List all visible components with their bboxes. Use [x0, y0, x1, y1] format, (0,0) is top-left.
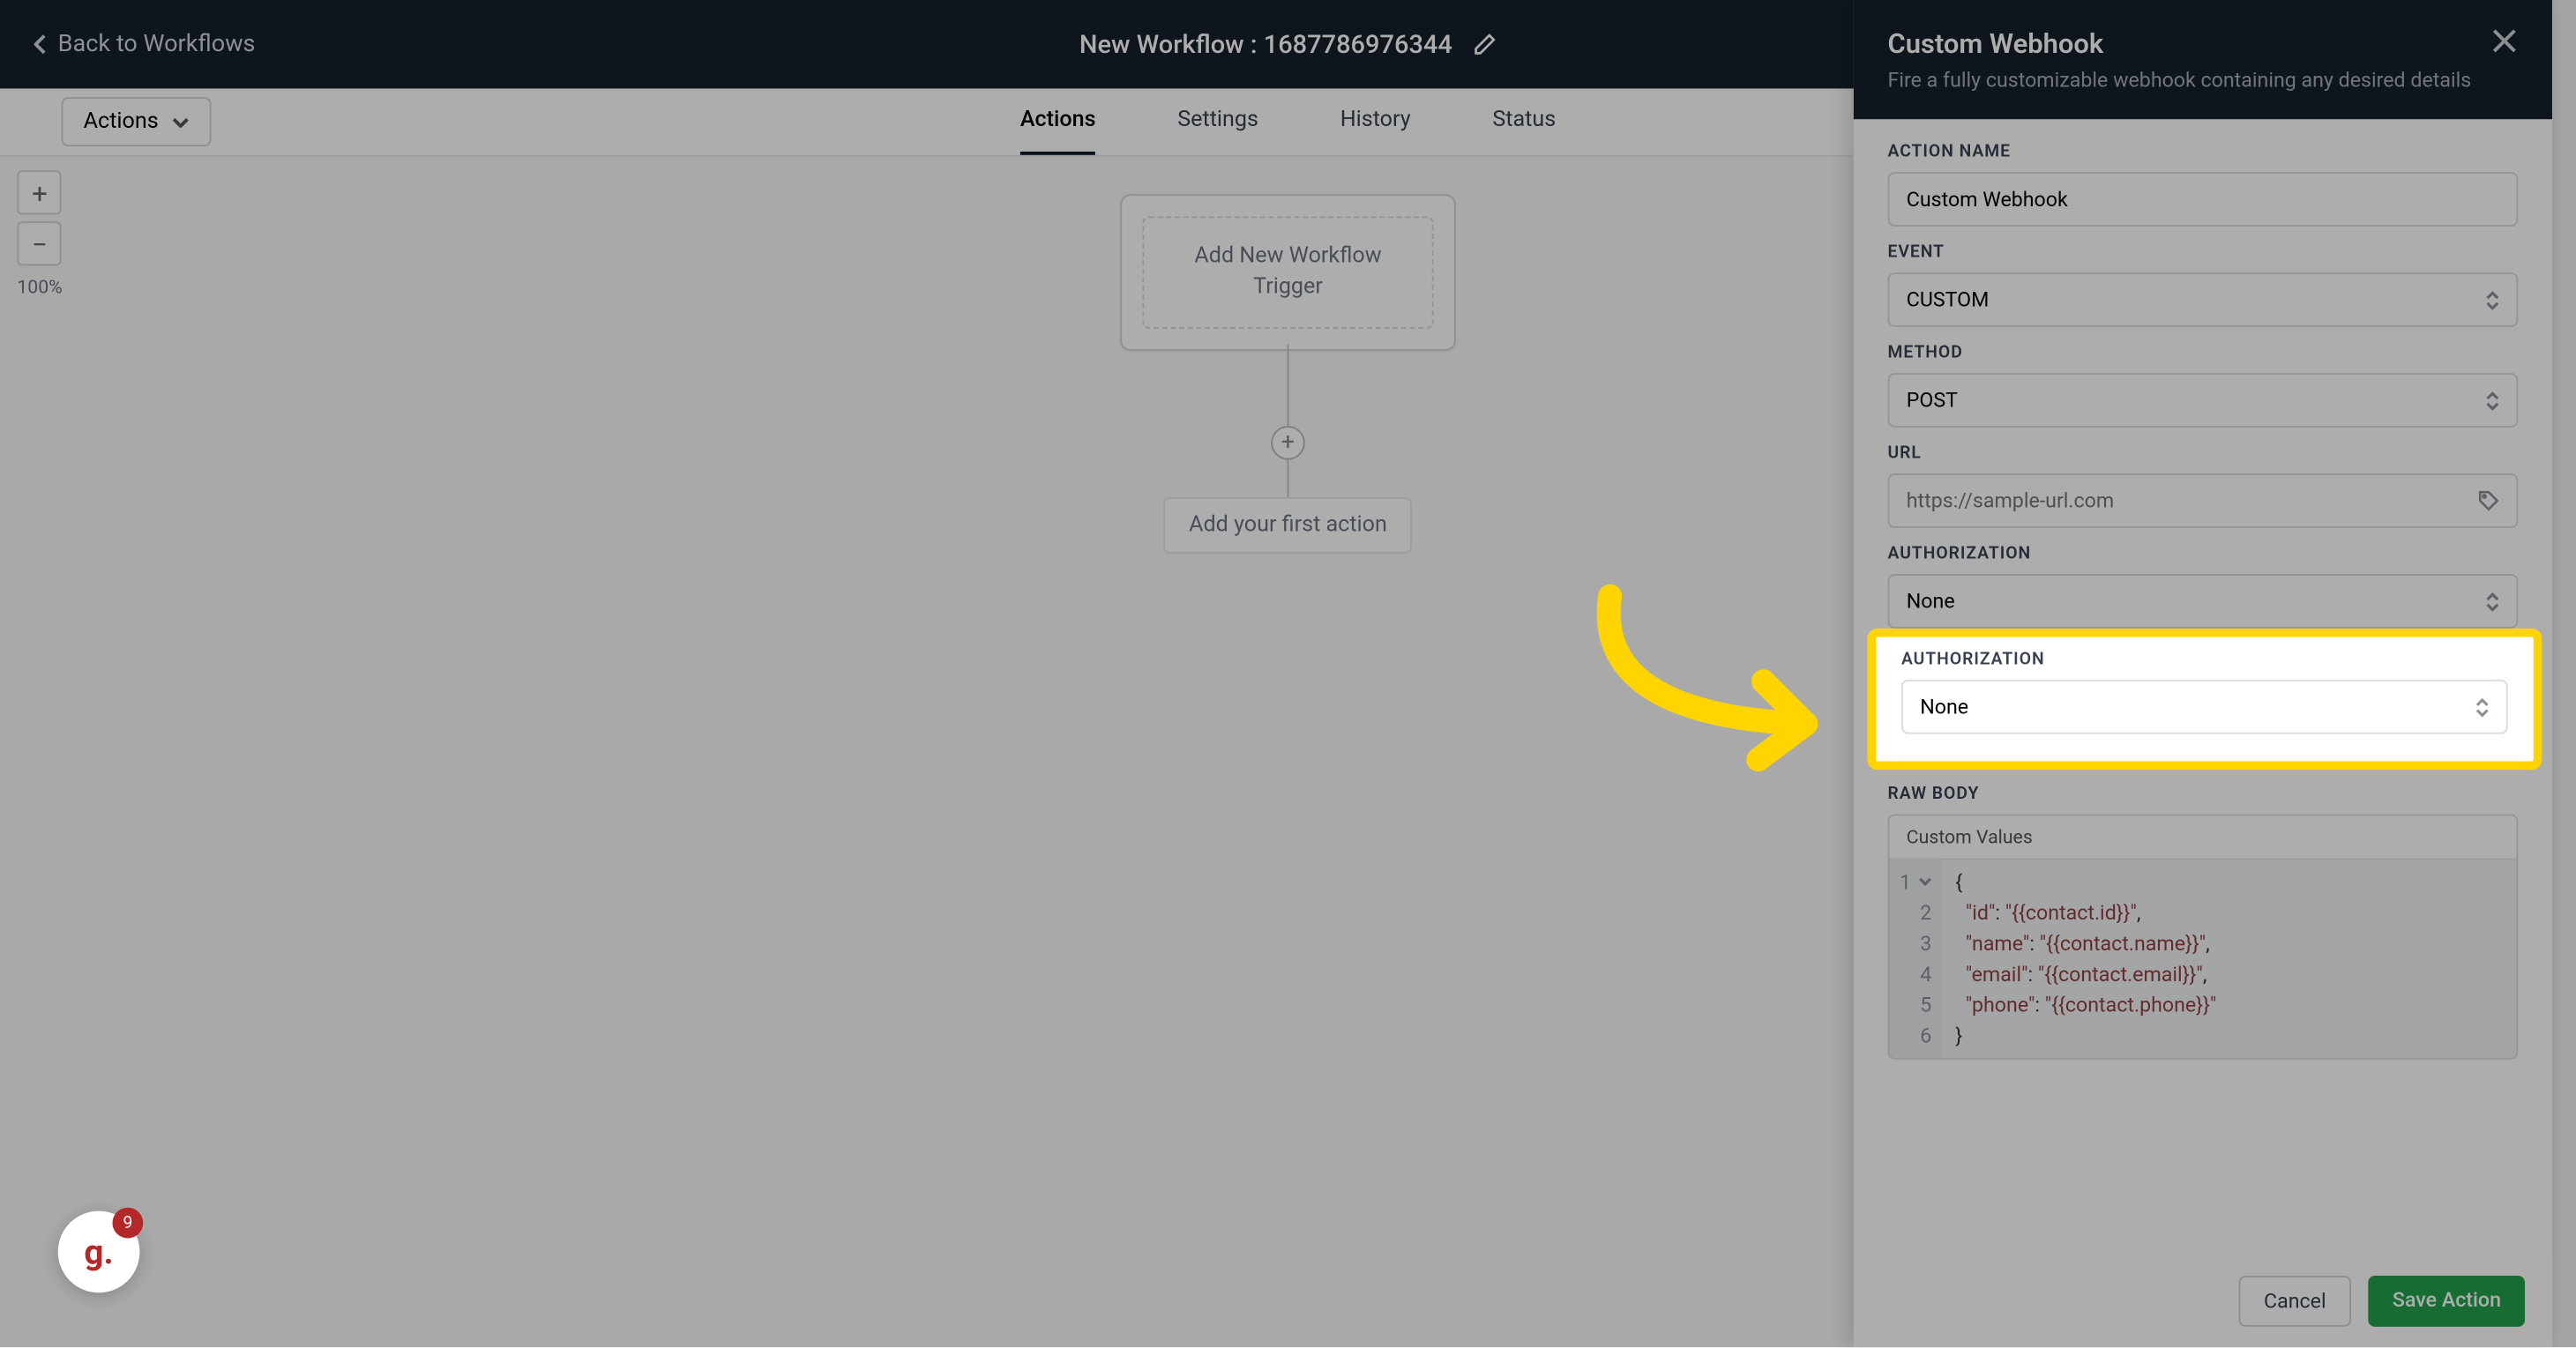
save-action-button[interactable]: Save Action [2369, 1276, 2525, 1327]
connector-line [1288, 344, 1289, 426]
raw-body-editor: Custom Values 1 23456 { "id": "{{contact… [1888, 814, 2519, 1059]
authorization-value: None [1907, 589, 1955, 613]
actions-dropdown-button[interactable]: Actions [62, 97, 212, 146]
method-value: POST [1907, 388, 1958, 412]
action-name-field[interactable] [1907, 188, 2499, 212]
event-value: CUSTOM [1907, 287, 1990, 311]
authorization-value-hl: None [1920, 695, 1968, 719]
floating-badge[interactable]: g. 9 [58, 1211, 140, 1293]
connector-line-2 [1288, 460, 1289, 498]
trigger-placeholder[interactable]: Add New Workflow Trigger [1142, 216, 1433, 329]
select-chevrons-icon [2486, 290, 2499, 309]
label-raw-body: RAW BODY [1888, 786, 2519, 804]
tab-history[interactable]: History [1340, 88, 1411, 154]
actions-label: Actions [84, 109, 159, 135]
chevron-down-icon [172, 116, 189, 127]
chevron-left-icon [34, 34, 48, 55]
panel-header: Custom Webhook Fire a fully customizable… [1854, 0, 2552, 119]
trigger-box[interactable]: Add New Workflow Trigger [1120, 194, 1456, 351]
zoom-percent: 100% [17, 276, 62, 298]
code-gutter: 1 23456 [1889, 860, 1941, 1058]
code-body[interactable]: 1 23456 { "id": "{{contact.id}}", "name"… [1889, 860, 2516, 1058]
label-action-name: ACTION NAME [1888, 143, 2519, 161]
custom-values-link[interactable]: Custom Values [1889, 816, 2516, 860]
authorization-select-hl[interactable]: None [1901, 680, 2508, 734]
tab-settings[interactable]: Settings [1177, 88, 1258, 154]
code-lines[interactable]: { "id": "{{contact.id}}", "name": "{{con… [1942, 860, 2517, 1058]
label-authorization: AUTHORIZATION [1888, 545, 2519, 563]
tab-status[interactable]: Status [1492, 88, 1556, 154]
highlight-cutout: AUTHORIZATION None [1874, 634, 2535, 763]
edit-icon[interactable] [1473, 33, 1497, 56]
badge-letter: g. [84, 1232, 113, 1272]
panel-footer: Cancel Save Action [1854, 1255, 2552, 1347]
label-url: URL [1888, 444, 2519, 463]
label-authorization-hl: AUTHORIZATION [1901, 651, 2508, 669]
panel-subtitle: Fire a fully customizable webhook contai… [1888, 68, 2472, 92]
url-input[interactable] [1888, 473, 2519, 528]
back-to-workflows-link[interactable]: Back to Workflows [34, 31, 256, 58]
select-chevrons-icon [2475, 697, 2489, 716]
panel-title: Custom Webhook [1888, 27, 2472, 60]
event-select[interactable]: CUSTOM [1888, 272, 2519, 327]
tabs: Actions Settings History Status [1020, 88, 1556, 154]
label-method: METHOD [1888, 344, 2519, 362]
select-chevrons-icon [2486, 592, 2499, 610]
zoom-in-button[interactable]: + [18, 170, 62, 214]
scrollbar[interactable] [2552, 0, 2576, 1347]
url-field[interactable] [1907, 488, 2476, 512]
authorization-select[interactable]: None [1888, 574, 2519, 629]
workflow-title-wrap: New Workflow : 1687786976344 [1079, 29, 1497, 60]
zoom-controls: + − 100% [17, 170, 62, 298]
badge-count: 9 [113, 1208, 144, 1239]
cancel-button[interactable]: Cancel [2238, 1276, 2352, 1327]
tab-actions[interactable]: Actions [1020, 88, 1096, 154]
close-icon[interactable] [2490, 27, 2518, 55]
select-chevrons-icon [2486, 391, 2499, 409]
zoom-out-button[interactable]: − [18, 221, 62, 265]
first-action-placeholder[interactable]: Add your first action [1163, 497, 1413, 554]
back-label: Back to Workflows [58, 31, 256, 58]
tag-icon[interactable] [2476, 488, 2499, 512]
action-name-input[interactable] [1888, 172, 2519, 227]
method-select[interactable]: POST [1888, 373, 2519, 428]
add-step-button[interactable]: + [1271, 426, 1305, 460]
workflow-title: New Workflow : 1687786976344 [1079, 29, 1452, 60]
label-event: EVENT [1888, 243, 2519, 262]
